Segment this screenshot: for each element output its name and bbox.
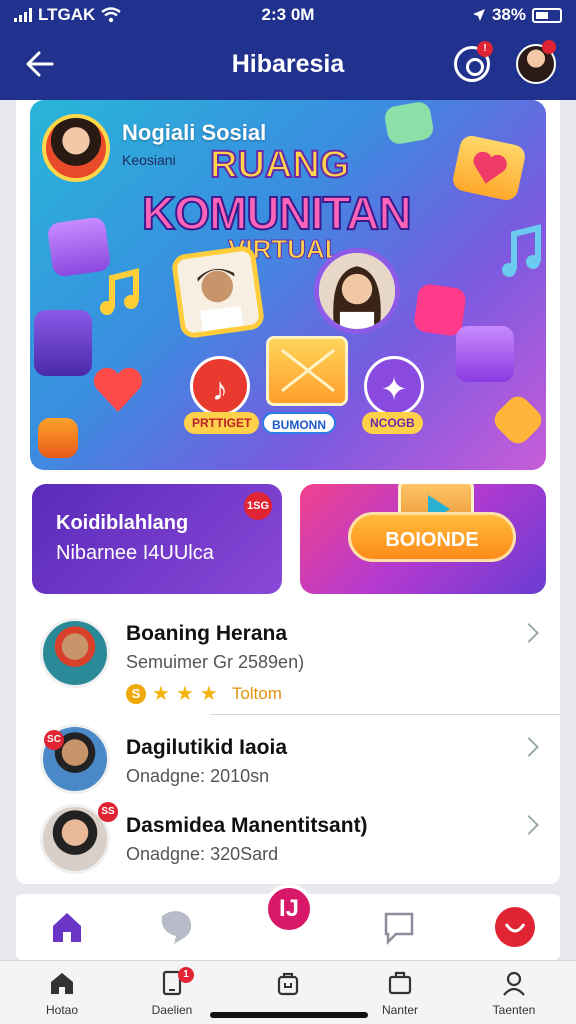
tab-shop[interactable] <box>248 969 328 1003</box>
hero-title-line2: KOMUNITAN <box>141 186 413 240</box>
list-item-badge: SS <box>98 802 118 822</box>
envelope-icon[interactable] <box>266 336 348 406</box>
music-button-label: PRTTIGET <box>184 412 260 434</box>
location-arrow-icon <box>472 9 485 21</box>
heart-icon <box>93 367 143 412</box>
rating-coin-icon: S <box>126 684 146 704</box>
heart-tile-icon <box>450 133 528 203</box>
briefcase-icon <box>388 971 412 995</box>
community-card-title: Koidiblahlang <box>56 512 189 534</box>
promo-cta-button[interactable]: BOIONDE <box>348 512 516 562</box>
rating-label: Toltom <box>231 684 282 703</box>
battery-icon <box>532 7 562 23</box>
list-item-sub: Onadgne: 2010sn <box>126 766 270 786</box>
tab-profile[interactable]: Taenten <box>474 969 554 1017</box>
member-photo-girl[interactable] <box>314 248 400 334</box>
list-item[interactable]: SS Dasmidea Manentitsant) Onadgne: 320Sa… <box>16 800 560 880</box>
bag-icon <box>277 972 299 996</box>
star-icon: ★ <box>199 683 218 705</box>
home-icon <box>51 973 73 994</box>
list-item[interactable]: Boaning Herana Semuimer Gr 2589en) <box>16 610 560 710</box>
hero-profile-avatar[interactable] <box>42 114 110 182</box>
tab-label: Nanter <box>381 1003 419 1017</box>
chevron-right-icon[interactable] <box>519 815 539 835</box>
action-bar: IJ <box>16 884 560 960</box>
chevron-right-icon[interactable] <box>519 737 539 757</box>
community-card-sub: Nibarnee I4UUlca <box>56 542 214 564</box>
spark-button[interactable]: ✦ <box>364 356 424 416</box>
hero-profile-sub: Keosiani <box>122 152 176 168</box>
rating: S ★ ★ ★ Toltom <box>126 684 282 704</box>
spark-button-label: NCOGB <box>362 412 423 434</box>
hero-title-line1: RUANG <box>209 143 350 187</box>
community-card-badge: 1SG <box>244 492 272 520</box>
chat-bubble-icon[interactable] <box>152 904 198 950</box>
cube-v-icon <box>38 418 78 458</box>
cube-c-icon <box>456 326 514 382</box>
tab-label: Taenten <box>492 1003 536 1017</box>
music-note-right-icon <box>502 224 541 277</box>
battery-percent: 38% <box>491 5 526 24</box>
activity-button[interactable]: ! <box>454 41 493 82</box>
star-icon: ★ <box>152 683 170 705</box>
avatar-badge <box>542 40 556 54</box>
tab-label: Hotao <box>45 1003 79 1017</box>
tab-work[interactable]: Nanter <box>360 969 440 1017</box>
divider <box>210 714 560 715</box>
list-item[interactable]: SC Dagilutikid Iaoia Onadgne: 2010sn <box>16 722 560 808</box>
home-indicator <box>210 1012 368 1018</box>
profile-avatar[interactable] <box>516 40 556 84</box>
music-button[interactable]: ♪ <box>190 356 250 416</box>
main-content: Nogiali Sosial Keosiani RUANG KOMUNITAN … <box>16 100 560 884</box>
community-card[interactable]: Koidiblahlang Nibarnee I4UUlca 1SG <box>32 484 282 594</box>
tab-badge: 1 <box>178 967 194 983</box>
member-photo-boy[interactable] <box>170 244 266 340</box>
top-bar: LTGAK 2:3 0M 38% Hibaresia ! <box>0 0 576 100</box>
message-icon[interactable] <box>376 904 422 950</box>
star-icon: ★ <box>175 683 194 705</box>
list-item-sub: Semuimer Gr 2589en) <box>126 652 305 672</box>
tab-home[interactable]: Hotao <box>22 969 102 1017</box>
list-item-badge: SC <box>44 730 64 750</box>
status-bar: LTGAK 2:3 0M 38% <box>0 0 576 30</box>
chat-tile-icon <box>383 100 435 146</box>
purple-cube-icon <box>34 310 92 376</box>
tab-label: Daelien <box>151 1003 193 1017</box>
tab-devices[interactable]: 1 Daelien <box>132 967 212 1017</box>
promo-card[interactable]: BOIONDE <box>300 484 546 594</box>
hero-banner[interactable]: Nogiali Sosial Keosiani RUANG KOMUNITAN … <box>30 100 546 470</box>
list-item-name: Dagilutikid Iaoia <box>126 736 288 759</box>
person-icon <box>503 971 525 996</box>
center-action-button[interactable]: IJ <box>264 884 314 934</box>
hero-profile-name: Nogiali Sosial <box>122 120 267 145</box>
notification-badge: ! <box>477 41 493 57</box>
music-note-icon <box>100 268 139 315</box>
home-icon[interactable] <box>44 904 90 950</box>
list-item-name: Boaning Herana <box>126 622 288 645</box>
list-item-sub: Onadgne: 320Sard <box>126 844 279 864</box>
avatar <box>40 618 110 688</box>
record-icon[interactable] <box>492 904 538 950</box>
orange-tile-icon <box>489 391 546 449</box>
envelope-button-label: BUMONN <box>262 412 336 434</box>
chevron-right-icon[interactable] <box>519 623 539 643</box>
list-item-name: Dasmidea Manentitsant) <box>126 814 368 837</box>
